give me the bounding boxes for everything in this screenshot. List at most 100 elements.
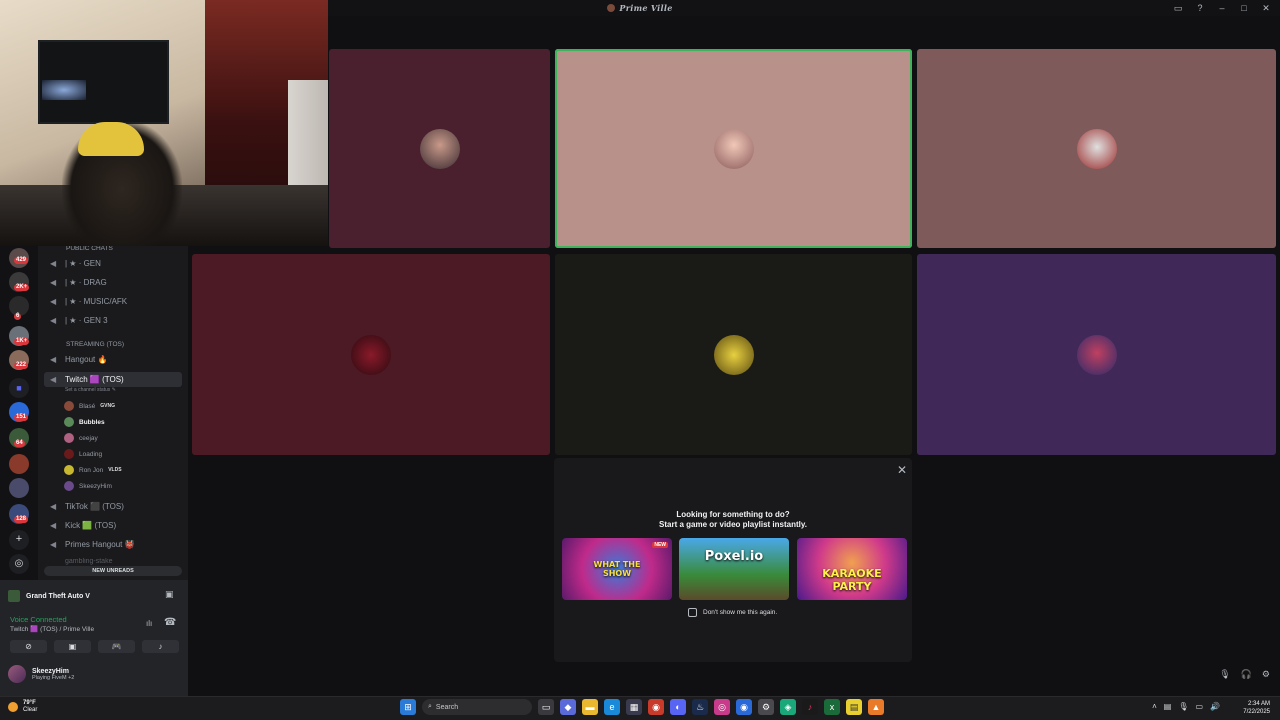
avatar (8, 665, 26, 683)
category-streaming[interactable]: STREAMING (TOS) (66, 341, 124, 348)
new-unreads-button[interactable]: NEW UNREADS (44, 566, 182, 576)
search-box[interactable]: ⌕ Search (422, 699, 532, 715)
activity-heading: Looking for something to do? (676, 510, 790, 519)
participant-tile[interactable] (917, 254, 1276, 455)
close-icon[interactable]: ✕ (897, 463, 907, 477)
channel-hangout[interactable]: ◀ Hangout 🔥 (50, 355, 107, 364)
settings-icon[interactable]: ⚙ (1262, 669, 1270, 680)
channel-primes-hangout[interactable]: ◀ Primes Hangout 👹 (50, 540, 135, 549)
search-icon: ⌕ (428, 703, 432, 710)
voice-user[interactable]: Blasé GVNG (64, 401, 115, 411)
participant-tile[interactable] (555, 254, 912, 455)
app-icon[interactable]: ◉ (736, 699, 752, 715)
activity-card-poxel[interactable]: Poxel.io (679, 538, 789, 600)
voice-user[interactable]: Ron Jon VLDS (64, 465, 122, 475)
participant-tile[interactable] (192, 254, 550, 455)
mention-badge: 1K+ (14, 338, 30, 345)
voice-user[interactable]: SkeezyHim (64, 481, 112, 491)
category-public-chats[interactable]: Public Chats (66, 245, 113, 252)
participant-tile[interactable] (917, 49, 1276, 248)
sticky-notes-icon[interactable]: ▤ (846, 699, 862, 715)
avatar (64, 481, 74, 491)
dont-show-checkbox[interactable] (688, 608, 697, 617)
channel-music-afk[interactable]: ◀ | ★ · MUSIC/AFK (50, 297, 127, 306)
mention-badge: 2K+ (14, 284, 30, 291)
soundboard-button[interactable]: ♪ (142, 640, 179, 653)
steam-icon[interactable]: ♨ (692, 699, 708, 715)
discord-icon[interactable]: ◐ (670, 699, 686, 715)
channel-gen-3[interactable]: ◀ | ★ · GEN 3 (50, 316, 108, 325)
store-icon[interactable]: ▦ (626, 699, 642, 715)
stream-icon[interactable]: ▣ (165, 589, 174, 600)
voice-user-name: Loading (79, 450, 103, 458)
voice-user-name: Ron Jon (79, 466, 104, 474)
minimize-button[interactable]: – (1216, 3, 1228, 13)
activity-button[interactable]: 🎮 (98, 640, 135, 653)
discover-icon[interactable]: ◎ (9, 554, 29, 574)
clock[interactable]: 2:34 AM 7/22/2025 (1243, 700, 1270, 716)
dont-show-label: Don't show me this again. (703, 609, 778, 616)
network-icon[interactable]: ▤ (1164, 702, 1172, 711)
app-icon[interactable]: ▲ (868, 699, 884, 715)
channel-label: Hangout 🔥 (65, 355, 108, 364)
voice-user[interactable]: Bubbles (64, 417, 105, 427)
copilot-icon[interactable]: ◆ (560, 699, 576, 715)
channel-label: | ★ · GEN 3 (65, 316, 108, 325)
channel-tiktok[interactable]: ◀ TikTok ⬛ (TOS) (50, 502, 124, 511)
camera-button[interactable]: ⊘ (10, 640, 47, 653)
server-icon[interactable] (9, 478, 29, 498)
server-icon[interactable] (9, 454, 29, 474)
app-icon[interactable]: ◈ (780, 699, 796, 715)
maximize-button[interactable]: □ (1238, 3, 1250, 13)
microphone-icon[interactable]: 🎙 (1178, 702, 1188, 711)
instagram-icon[interactable]: ◎ (714, 699, 730, 715)
participant-tile-speaking[interactable] (555, 49, 912, 248)
channel-gambling[interactable]: gambling-stake (65, 558, 112, 565)
chevron-up-icon[interactable]: ˄ (1152, 702, 1157, 711)
inbox-icon[interactable]: ▭ (1172, 3, 1184, 14)
activity-card-karaoke[interactable]: KARAOKE PARTY (797, 538, 907, 600)
file-explorer-icon[interactable]: ▬ (582, 699, 598, 715)
voice-user-name: SkeezyHim (79, 482, 112, 490)
channel-status[interactable]: Set a channel status ✎ (65, 387, 116, 393)
monitor-icon[interactable]: ▭ (1195, 702, 1203, 711)
close-button[interactable]: ✕ (1260, 3, 1272, 14)
voice-channel-label[interactable]: Twitch 🟪 (TOS) / Prime Ville (10, 625, 94, 633)
volume-icon[interactable]: 🔊 (1210, 702, 1220, 711)
microphone-icon[interactable]: 🎙 (1219, 669, 1230, 680)
participant-avatar (1076, 334, 1117, 375)
channel-gen[interactable]: ◀ | ★ · GEN (50, 259, 101, 268)
add-server-icon[interactable]: + (9, 530, 29, 550)
settings-icon[interactable]: ⚙ (758, 699, 774, 715)
current-user[interactable]: SkeezyHim Playing FiveM +2 (8, 665, 74, 683)
weather-widget[interactable]: 79°F Clear (8, 700, 37, 714)
speaker-icon: ◀ (50, 315, 57, 325)
chrome-icon[interactable]: ◉ (648, 699, 664, 715)
participant-tile[interactable] (329, 49, 550, 248)
voice-user[interactable]: Loading (64, 449, 102, 459)
voice-user-name: Blasé (79, 402, 96, 410)
headphones-icon[interactable]: 🎧 (1241, 669, 1252, 680)
activity-game[interactable]: Grand Theft Auto V (8, 590, 90, 602)
channel-label: gambling-stake (65, 558, 113, 565)
channel-twitch-active[interactable]: ◀ Twitch 🟪 (TOS) (44, 372, 182, 387)
tiktok-icon[interactable]: ♪ (802, 699, 818, 715)
edge-icon[interactable]: e (604, 699, 620, 715)
voice-connected-label[interactable]: Voice Connected (10, 615, 67, 624)
voice-user[interactable]: ceejay (64, 433, 98, 443)
channel-drag[interactable]: ◀ | ★ · DRAG (50, 278, 107, 287)
excel-icon[interactable]: x (824, 699, 840, 715)
avatar (64, 417, 74, 427)
disconnect-icon[interactable]: ☎ (164, 617, 176, 628)
activity-card-what-the-show[interactable]: WHAT THE SHOW NEW (562, 538, 672, 600)
start-icon[interactable]: ⊞ (400, 699, 416, 715)
screen-share-button[interactable]: ▣ (54, 640, 91, 653)
task-view-icon[interactable]: ▭ (538, 699, 554, 715)
participant-avatar (419, 128, 460, 169)
avatar (64, 449, 74, 459)
user-status: Playing FiveM +2 (32, 674, 75, 681)
channel-kick[interactable]: ◀ Kick 🟩 (TOS) (50, 521, 116, 530)
dont-show-again[interactable]: Don't show me this again. (688, 608, 777, 617)
folder-icon[interactable]: ■ (9, 378, 29, 398)
help-icon[interactable]: ? (1194, 3, 1206, 13)
